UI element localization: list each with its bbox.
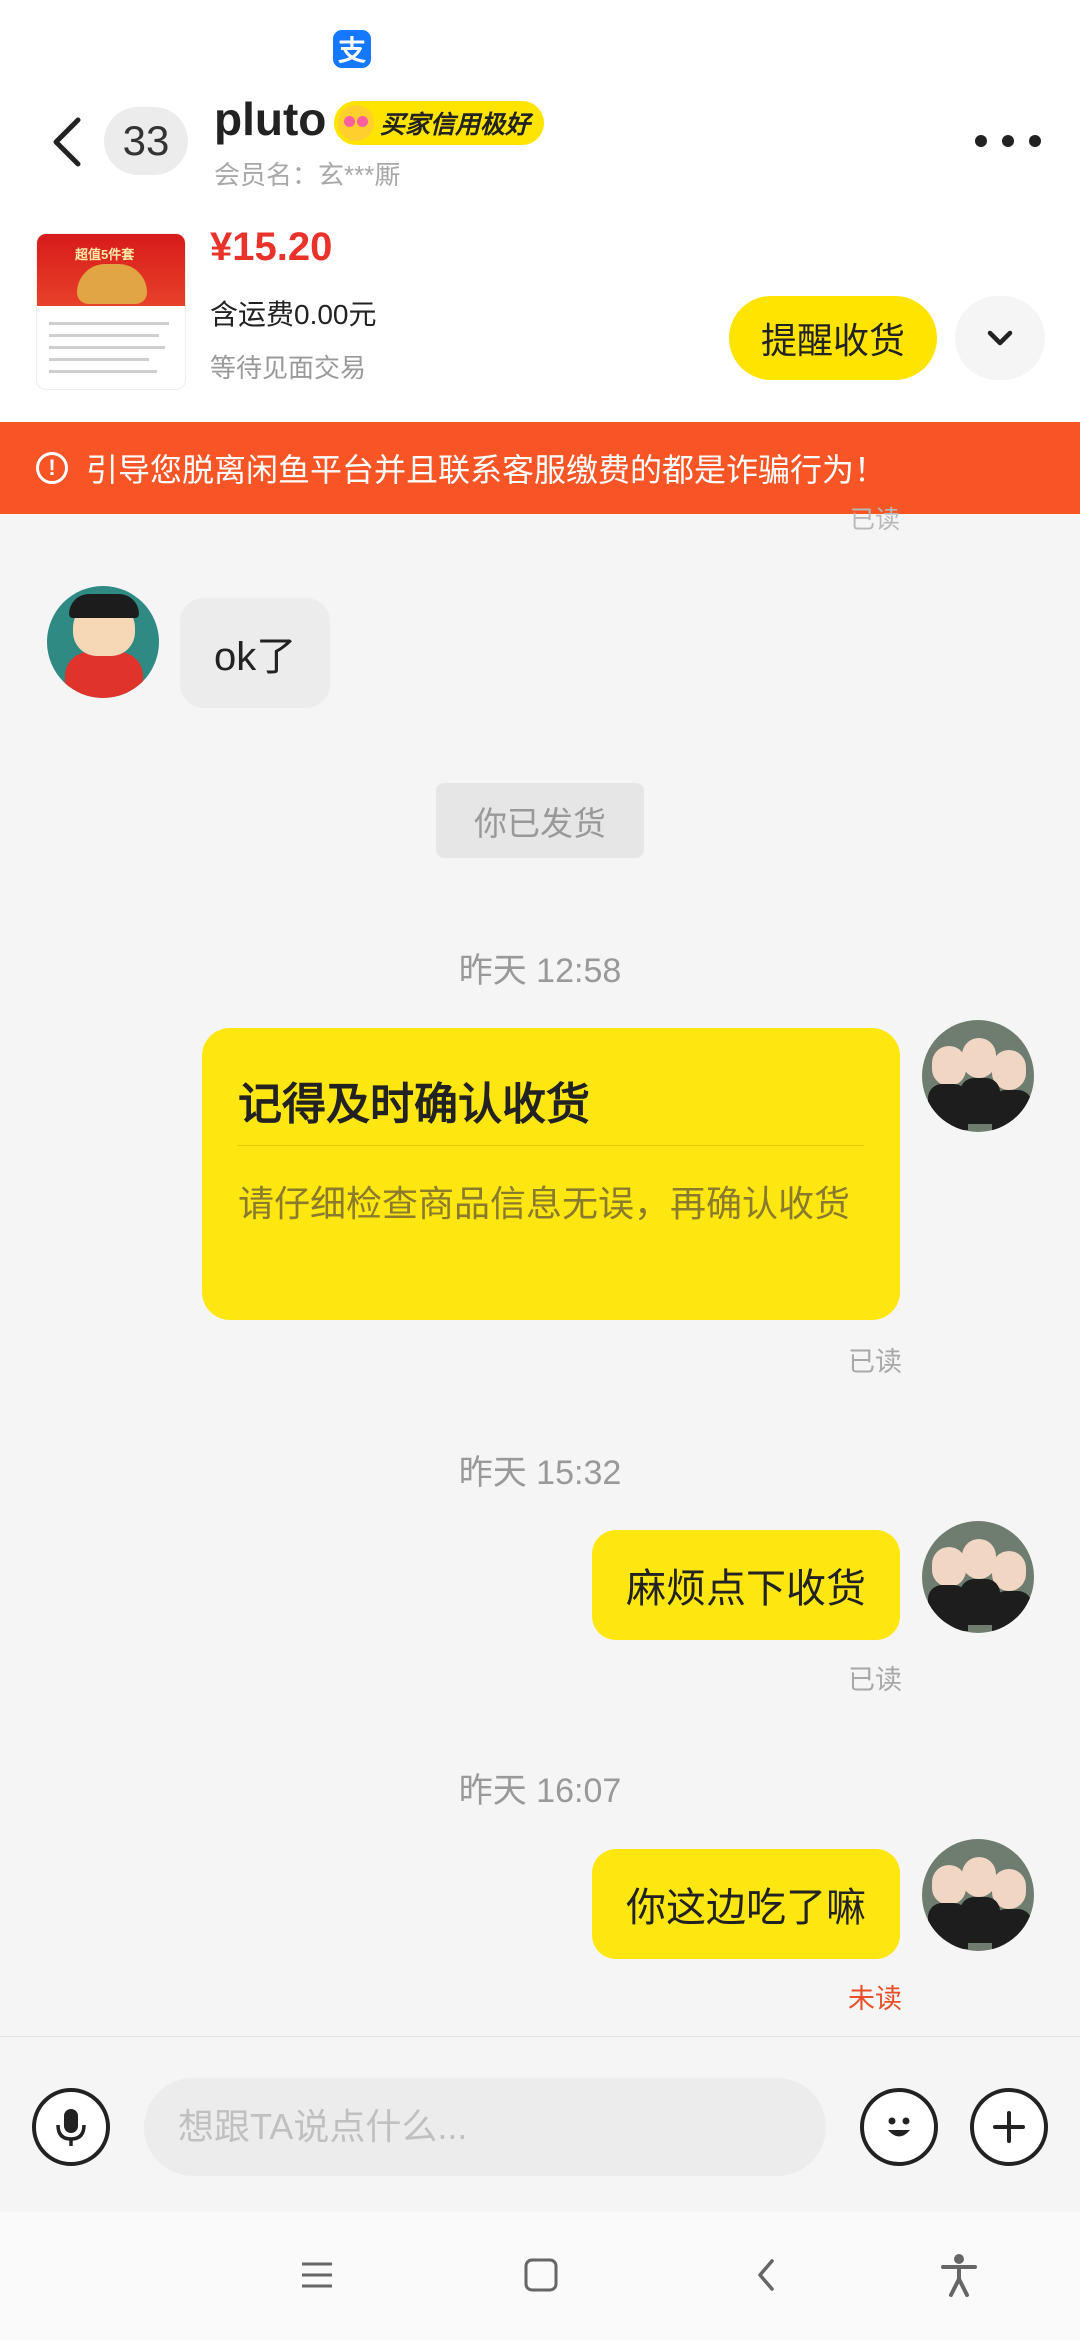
my-avatar[interactable] — [922, 1839, 1034, 1951]
menu-icon[interactable] — [282, 2240, 352, 2310]
shipping-fee: 含运费0.00元 — [210, 299, 377, 330]
more-dots-icon[interactable] — [975, 126, 1041, 156]
back-arrow-icon[interactable] — [40, 112, 100, 172]
contact-avatar[interactable] — [47, 586, 159, 698]
confirm-receipt-card[interactable]: 记得及时确认收货 请仔细检查商品信息无误，再确认收货 — [202, 1028, 900, 1320]
timestamp: 昨天 15:32 — [458, 1454, 622, 1492]
thumbnail-title: 超值5件套 — [75, 247, 135, 262]
credit-badge: 买家信用极好 — [334, 101, 545, 145]
message-input[interactable] — [144, 2078, 826, 2176]
remind-receipt-button[interactable]: 提醒收货 — [729, 296, 937, 380]
exclamation-circle-icon: ! — [36, 452, 68, 484]
timestamp: 昨天 12:58 — [458, 952, 622, 990]
card-text: 请仔细检查商品信息无误，再确认收货 — [238, 1183, 851, 1224]
home-square-icon[interactable] — [506, 2240, 576, 2310]
read-status: 已读 — [850, 506, 901, 534]
warning-text: 引导您脱离闲鱼平台并且联系客服缴费的都是诈骗行为！ — [86, 452, 887, 488]
my-avatar[interactable] — [922, 1020, 1034, 1132]
emoji-icon[interactable] — [860, 2088, 938, 2166]
credit-emoji-icon — [338, 105, 374, 141]
product-price: ¥15.20 — [210, 225, 333, 269]
plus-icon[interactable] — [970, 2088, 1048, 2166]
contact-name[interactable]: pluto — [214, 92, 326, 146]
timestamp: 昨天 16:07 — [458, 1772, 622, 1810]
accessibility-icon[interactable] — [924, 2240, 994, 2310]
incoming-message[interactable]: ok了 — [180, 598, 331, 708]
fraud-warning-banner: ! 引导您脱离闲鱼平台并且联系客服缴费的都是诈骗行为！ — [0, 422, 1080, 514]
outgoing-message[interactable]: 你这边吃了嘛 — [592, 1849, 900, 1959]
outgoing-message[interactable]: 麻烦点下收货 — [592, 1530, 900, 1640]
my-avatar[interactable] — [922, 1521, 1034, 1633]
card-title: 记得及时确认收货 — [238, 1080, 590, 1129]
status-bar — [0, 0, 1080, 90]
product-thumbnail[interactable]: 超值5件套 — [36, 233, 186, 390]
trade-status: 等待见面交易 — [210, 353, 367, 383]
credit-badge-label: 买家信用极好 — [380, 111, 531, 139]
system-message: 你已发货 — [436, 783, 644, 858]
microphone-icon[interactable] — [32, 2088, 110, 2166]
chevron-down-icon[interactable] — [955, 296, 1045, 380]
read-status: 已读 — [848, 1665, 902, 1695]
unread-status: 未读 — [848, 1984, 902, 2014]
unread-count-badge[interactable]: 33 — [104, 107, 188, 175]
member-label: 会员名：玄***厮 — [214, 160, 401, 190]
alipay-icon: 支 — [333, 30, 371, 68]
read-status: 已读 — [848, 1347, 902, 1377]
card-divider — [238, 1145, 864, 1146]
nav-back-icon[interactable] — [732, 2240, 802, 2310]
